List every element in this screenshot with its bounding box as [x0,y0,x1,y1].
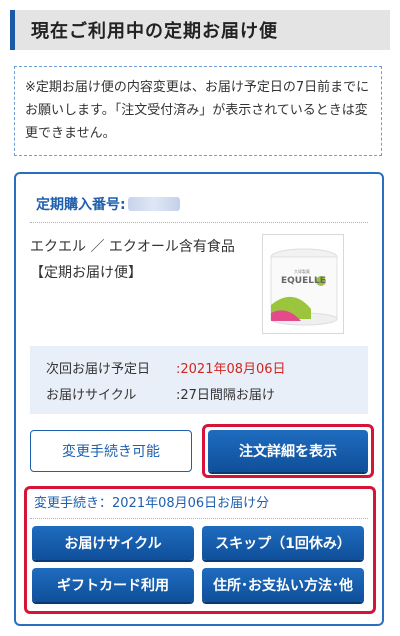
subscription-card: 定期購入番号: エクエル ／ エクオール含有食品 【定期お届け便】 大塚製薬 E… [14,172,384,626]
product-name: エクエル ／ エクオール含有食品 【定期お届け便】 [30,234,250,286]
address-payment-button[interactable]: 住所･お支払い方法･他 [202,568,364,602]
order-detail-button[interactable]: 注文詳細を表示 [208,430,368,472]
product-name-line1: エクエル ／ エクオール含有食品 [30,239,235,255]
skip-button[interactable]: スキップ（1回休み） [202,526,364,560]
product-brand: EQUELLE [281,276,326,286]
delivery-cycle-value: :27日間隔お届け [176,387,275,403]
gift-card-button[interactable]: ギフトカード利用 [32,568,194,602]
order-number-redacted [127,197,180,211]
product-image: 大塚製薬 EQUELLE [262,234,344,334]
next-delivery-label: 次回お届け予定日 [46,361,151,377]
divider [30,222,368,223]
next-delivery-date: :2021年08月06日 [176,361,286,377]
procedures-title: 変更手続き：2021年08月06日お届け分 [34,496,270,511]
product-name-line2: 【定期お届け便】 [30,265,142,281]
delivery-cycle-button[interactable]: お届けサイクル [32,526,194,560]
order-number: 定期購入番号: [36,194,180,214]
delivery-cycle-label: お届けサイクル [46,387,137,403]
order-number-label: 定期購入番号: [36,197,126,213]
product-brand-small: 大塚製薬 [294,268,310,274]
divider [30,518,368,519]
delivery-cycle-row: お届けサイクル :27日間隔お届け [46,380,352,406]
page-title: 現在ご利用中の定期お届け便 [10,10,390,50]
schedule-info: 次回お届け予定日 :2021年08月06日 お届けサイクル :27日間隔お届け [30,346,368,414]
change-notice: ※定期お届け便の内容変更は、お届け予定日の7日前までにお願いします。「注文受付済… [14,66,382,156]
product-jar-image: 大塚製薬 EQUELLE [270,248,338,326]
change-available-button[interactable]: 変更手続き可能 [30,430,192,472]
next-delivery-row: 次回お届け予定日 :2021年08月06日 [46,354,352,380]
